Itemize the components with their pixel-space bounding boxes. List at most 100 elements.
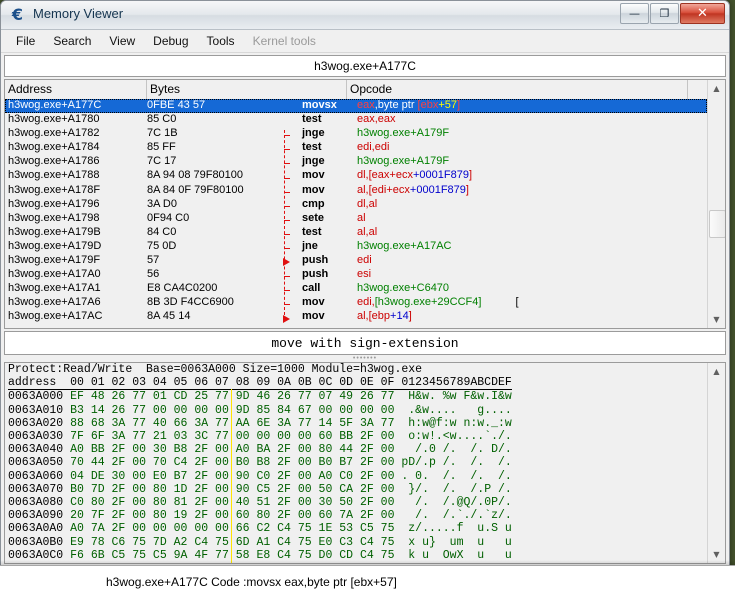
list-item[interactable]: 0063A080 C0 80 2F 00 80 81 2F 00 40 51 2… [8,496,708,509]
table-row[interactable]: h3wog.exe+A17867C 17jngeh3wog.exe+A179F [5,155,707,169]
row-operands: edi,[h3wog.exe+29CCF4][ [357,296,707,310]
row-jump-gutter [270,282,302,296]
list-item[interactable]: 0063A090 20 7F 2F 00 80 19 2F 00 60 80 2… [8,509,708,522]
row-mnemonic: jnge [302,155,357,169]
hex-row-bytes: A0 BB 2F 00 30 B8 2F 00 A0 BA 2F 00 80 4… [63,443,401,456]
table-row[interactable]: h3wog.exe+A179B84 C0testal,al [5,226,707,240]
table-row[interactable]: h3wog.exe+A178085 C0testeax,eax [5,113,707,127]
row-mnemonic: mov [302,169,357,183]
column-header-address[interactable]: Address [5,80,147,99]
hex-row-ascii: .&w.... g.... [401,404,511,417]
list-item[interactable]: 0063A020 88 68 3A 77 40 66 3A 77 AA 6E 3… [8,417,708,430]
row-operands: al,[ebp+14] [357,310,707,324]
list-item[interactable]: 0063A0B0 E9 78 C6 75 7D A2 C4 75 6D A1 C… [8,536,708,549]
table-row[interactable]: h3wog.exe+A178F8A 84 0F 79F80100moval,[e… [5,184,707,198]
hex-row-ascii: }/. /. /.P /. [401,483,511,496]
row-jump-gutter [270,99,302,113]
hex-row-bytes: 04 DE 30 00 E0 B7 2F 00 90 C0 2F 00 A0 C… [63,470,401,483]
list-item[interactable]: 0063A060 04 DE 30 00 E0 B7 2F 00 90 C0 2… [8,470,708,483]
row-mnemonic: jne [302,240,357,254]
row-jump-gutter [270,240,302,254]
menu-item-debug[interactable]: Debug [144,32,197,50]
hexdump-pane[interactable]: Protect:Read/Write Base=0063A000 Size=10… [4,362,726,564]
address-banner-text: h3wog.exe+A177C [314,59,416,73]
row-mnemonic: call [302,282,357,296]
row-operands: al [357,212,707,226]
hexdump-halfway-divider [231,389,232,563]
list-item[interactable]: 0063A040 A0 BB 2F 00 30 B8 2F 00 A0 BA 2… [8,443,708,456]
list-item[interactable]: 0063A000 EF 48 26 77 01 CD 25 77 9D 46 2… [8,390,708,403]
row-jump-gutter [270,254,302,268]
menu-item-file[interactable]: File [7,32,44,50]
hex-scroll-up-arrow-icon[interactable]: ▲ [708,363,725,380]
memory-viewer-window: € Memory Viewer — ❐ ✕ File Search View D… [0,0,730,572]
hex-row-address: 0063A010 [8,404,63,417]
table-row[interactable]: h3wog.exe+A179D75 0D jneh3wog.exe+A17AC [5,240,707,254]
pane-splitter[interactable]: ••••••• [4,355,726,362]
row-mnemonic: jnge [302,127,357,141]
row-operands: eax,eax [357,113,707,127]
title-bar[interactable]: € Memory Viewer — ❐ ✕ [1,1,729,30]
instruction-hint-banner: move with sign-extension [4,331,726,355]
row-bytes: 75 0D [147,240,270,254]
disassembler-pane[interactable]: Address Bytes Opcode h3wog.exe+A177C0FBE… [4,79,726,329]
list-item[interactable]: 0063A010 B3 14 26 77 00 00 00 00 9D 85 8… [8,404,708,417]
hex-row-ascii: . 0. /. /. /. [401,470,511,483]
table-row[interactable]: h3wog.exe+A17980F94 C0seteal [5,212,707,226]
table-row[interactable]: h3wog.exe+A179F57pushedi [5,254,707,268]
row-bytes: 56 [147,268,270,282]
hex-row-address: 0063A050 [8,456,63,469]
maximize-icon: ❐ [651,4,678,23]
table-row[interactable]: h3wog.exe+A17963A D0cmpdl,al [5,198,707,212]
row-operands: h3wog.exe+C6470 [357,282,707,296]
row-operands: dl,al [357,198,707,212]
table-row[interactable]: h3wog.exe+A177C0FBE 43 57movsxeax,byte p… [5,99,707,113]
hex-row-bytes: E9 78 C6 75 7D A2 C4 75 6D A1 C4 75 E0 C… [63,536,401,549]
row-operands: esi [357,268,707,282]
table-row[interactable]: h3wog.exe+A17A1E8 CA4C0200callh3wog.exe+… [5,282,707,296]
row-operands: h3wog.exe+A17AC [357,240,707,254]
list-item[interactable]: 0063A030 7F 6F 3A 77 21 03 3C 77 00 00 0… [8,430,708,443]
list-item[interactable]: 0063A070 B0 7D 2F 00 80 1D 2F 00 90 C5 2… [8,483,708,496]
hexdump-content: Protect:Read/Write Base=0063A000 Size=10… [5,363,708,563]
hexdump-scrollbar[interactable]: ▲ ▼ [707,363,725,563]
row-bytes: 0FBE 43 57 [147,99,270,113]
row-jump-gutter [270,169,302,183]
row-mnemonic: test [302,141,357,155]
minimize-button[interactable]: — [620,3,649,24]
column-header-bytes[interactable]: Bytes [147,80,347,99]
column-header-opcode[interactable]: Opcode [347,80,688,99]
row-jump-gutter [270,155,302,169]
row-operands: eax,byte ptr [ebx+57] [357,99,707,113]
list-item[interactable]: 0063A050 70 44 2F 00 70 C4 2F 00 B0 B8 2… [8,456,708,469]
row-bytes: 7C 1B [147,127,270,141]
table-row[interactable]: h3wog.exe+A17888A 94 08 79F80100movdl,[e… [5,169,707,183]
menu-item-view[interactable]: View [100,32,144,50]
table-row[interactable]: h3wog.exe+A178485 FFtestedi,edi [5,141,707,155]
scroll-up-arrow-icon[interactable]: ▲ [708,80,725,97]
hex-row-address: 0063A020 [8,417,63,430]
menu-item-tools[interactable]: Tools [198,32,244,50]
row-jump-gutter [270,310,302,324]
row-jump-gutter [270,198,302,212]
row-address: h3wog.exe+A179D [5,240,147,254]
list-item[interactable]: 0063A0A0 A0 7A 2F 00 00 00 00 00 66 C2 C… [8,522,708,535]
scrollbar-thumb[interactable] [709,210,726,238]
table-row[interactable]: h3wog.exe+A17A68B 3D F4CC6900movedi,[h3w… [5,296,707,310]
hex-row-bytes: 88 68 3A 77 40 66 3A 77 AA 6E 3A 77 14 5… [63,417,401,430]
hex-row-ascii: pD/.p /. /. /. [401,456,511,469]
row-bytes: 0F94 C0 [147,212,270,226]
disassembler-scrollbar[interactable]: ▲ ▼ [707,80,725,328]
close-button[interactable]: ✕ [680,3,725,24]
row-bytes: 84 C0 [147,226,270,240]
scroll-down-arrow-icon[interactable]: ▼ [708,311,725,328]
row-mnemonic: cmp [302,198,357,212]
row-operands: al,al [357,226,707,240]
table-row[interactable]: h3wog.exe+A17827C 1Bjngeh3wog.exe+A179F [5,127,707,141]
table-row[interactable]: h3wog.exe+A17AC8A 45 14moval,[ebp+14] [5,310,707,324]
table-row[interactable]: h3wog.exe+A17A056pushesi [5,268,707,282]
row-mnemonic: test [302,113,357,127]
maximize-button[interactable]: ❐ [650,3,679,24]
hex-row-ascii: /. /.`./.`z/. [401,509,511,522]
menu-item-search[interactable]: Search [44,32,100,50]
